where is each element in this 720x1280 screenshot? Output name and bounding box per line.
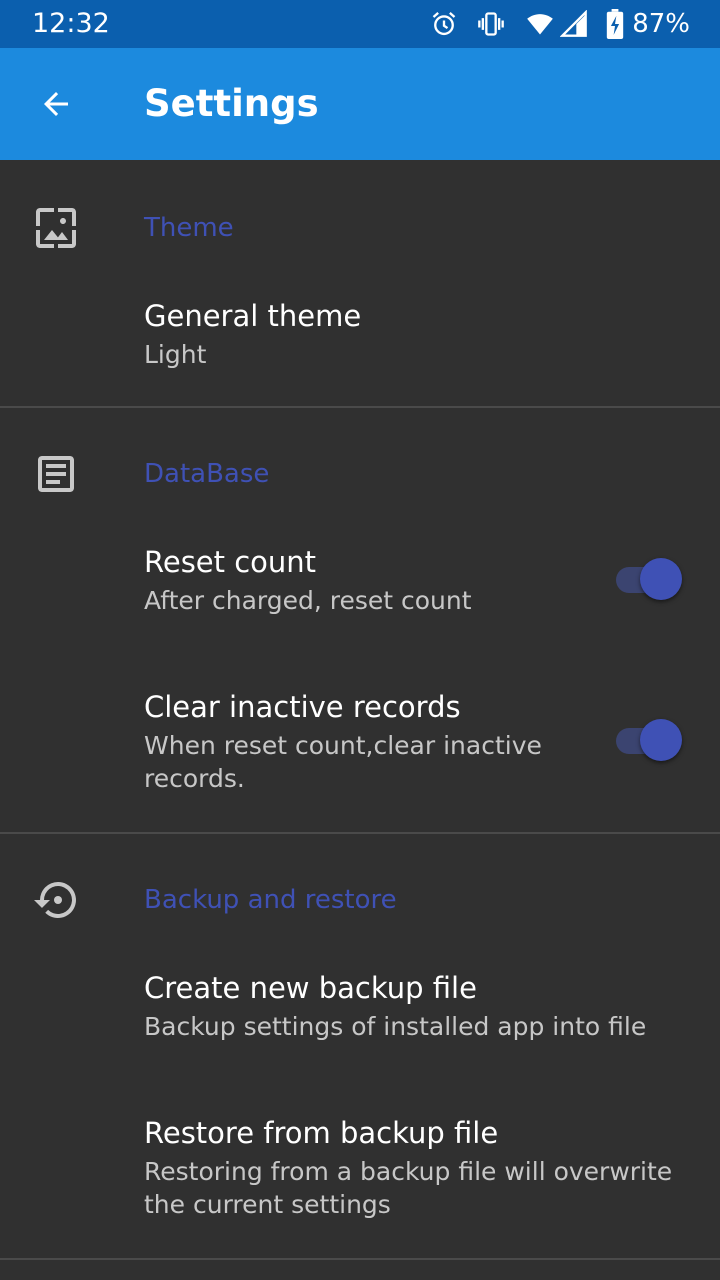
pref-summary: Backup settings of installed app into fi… [144,1012,647,1041]
category-database: DataBase Reset count After charged, rese… [0,408,720,832]
storage-icon [38,456,74,492]
app-bar: Settings [0,48,720,160]
status-icons: 87% [412,8,690,40]
wifi-icon [527,14,554,35]
signal-icon [560,10,588,37]
restore-icon [34,882,76,918]
category-theme: Theme General theme Light [0,160,720,406]
pref-title: Create new backup file [144,971,477,1005]
reset-count-switch[interactable] [614,554,686,602]
battery-level: 87% [632,9,690,39]
clear-inactive-switch[interactable] [614,715,686,763]
pref-general-theme[interactable]: General theme Light [0,272,720,406]
settings-list: Theme General theme Light DataBase Reset… [0,160,720,1260]
status-bar: 12:32 87% [0,0,720,48]
arrow-back-icon [44,92,68,116]
pref-create-backup[interactable]: Create new backup file Backup settings o… [0,946,720,1091]
switch-thumb [640,719,682,761]
page-title: Settings [144,82,319,125]
pref-title: Restore from backup file [144,1116,499,1150]
category-backup: Backup and restore Create new backup fil… [0,834,720,1258]
pref-title: Clear inactive records [144,690,461,724]
pref-summary: After charged, reset count [144,586,472,615]
pref-summary: Light [144,340,207,369]
pref-title: Reset count [144,545,317,579]
switch-thumb [640,558,682,600]
pref-summary: Restoring from a backup file will overwr… [144,1157,673,1219]
back-button[interactable] [24,72,88,136]
pref-summary: When reset count,clear inactive records. [144,731,542,793]
alarm-icon [432,12,456,36]
wallpaper-icon [36,208,76,248]
status-time: 12:32 [32,8,110,39]
category-title-database: DataBase [144,459,270,489]
category-title-backup: Backup and restore [144,885,397,915]
battery-charging-icon [607,9,624,39]
pref-restore-backup[interactable]: Restore from backup file Restoring from … [0,1091,720,1258]
vibrate-icon [478,12,505,36]
pref-reset-count[interactable]: Reset count After charged, reset count [0,520,720,665]
pref-clear-inactive-records[interactable]: Clear inactive records When reset count,… [0,665,720,832]
divider [0,1258,720,1260]
pref-title: General theme [144,299,362,333]
category-title-theme: Theme [144,213,234,243]
